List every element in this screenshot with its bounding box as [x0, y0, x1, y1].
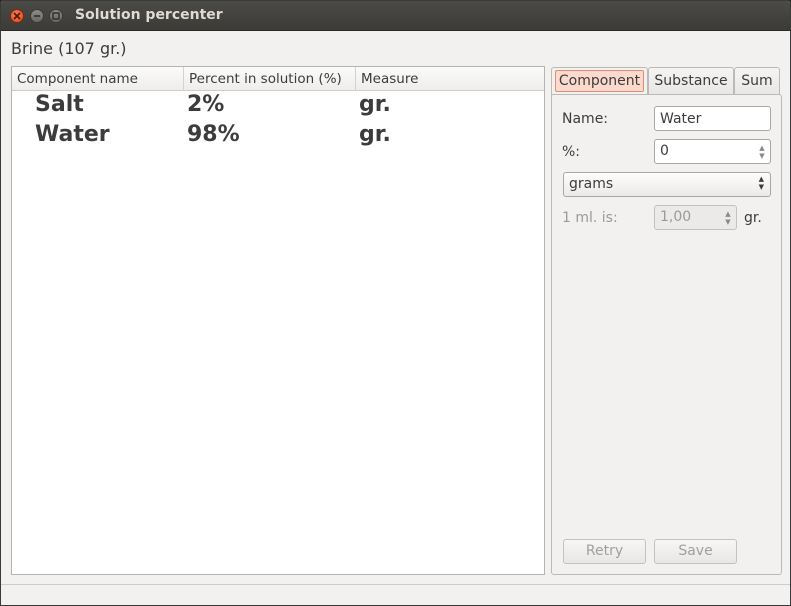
spin-arrows-icon[interactable]: ▲ ▼	[756, 141, 768, 163]
cell-measure: gr.	[359, 92, 391, 117]
percent-value: 0	[660, 143, 669, 159]
cell-measure: gr.	[359, 122, 391, 147]
ml-ratio-unit: gr.	[744, 210, 762, 226]
ml-ratio-spinbox[interactable]: 1,00 ▲ ▼	[654, 205, 737, 230]
table-header: Component name Percent in solution (%) M…	[12, 67, 544, 91]
title-bar[interactable]: Solution percenter	[1, 1, 790, 31]
unit-select[interactable]: grams ▲ ▼	[563, 172, 771, 197]
percent-spinbox[interactable]: 0 ▲ ▼	[654, 139, 771, 164]
table-row[interactable]: Salt 2% gr.	[12, 92, 544, 122]
minimize-window-button[interactable]	[30, 9, 44, 23]
solution-title: Brine (107 gr.)	[11, 39, 127, 58]
minimize-icon	[34, 15, 40, 17]
select-arrows-icon: ▲ ▼	[758, 175, 764, 191]
name-field[interactable]	[654, 106, 771, 131]
cell-component-name: Water	[35, 122, 110, 147]
ml-ratio-value: 1,00	[660, 209, 692, 225]
spin-arrows-icon[interactable]: ▲ ▼	[722, 207, 734, 229]
retry-button[interactable]: Retry	[563, 539, 646, 564]
tab-component[interactable]: Component	[551, 67, 648, 95]
close-icon	[13, 12, 21, 20]
save-button[interactable]: Save	[654, 539, 737, 564]
component-editor-panel: Name: %: 0 ▲▼ grams ▲▼ 1 ml. is: 1,00 ▲▼…	[551, 94, 782, 575]
ml-ratio-label: 1 ml. is:	[562, 210, 618, 226]
unit-select-value: grams	[569, 176, 614, 192]
tab-substance[interactable]: Substance	[648, 67, 734, 95]
tab-sum[interactable]: Sum	[734, 67, 780, 95]
cell-percent: 98%	[187, 122, 240, 147]
column-header-name[interactable]: Component name	[12, 67, 184, 91]
close-window-button[interactable]	[10, 9, 24, 23]
cell-percent: 2%	[187, 92, 225, 117]
components-table[interactable]: Component name Percent in solution (%) M…	[11, 66, 545, 575]
name-label: Name:	[562, 111, 609, 127]
table-row[interactable]: Water 98% gr.	[12, 122, 544, 152]
status-bar	[1, 584, 790, 605]
maximize-icon	[52, 12, 60, 20]
percent-label: %:	[562, 144, 581, 160]
column-header-measure[interactable]: Measure	[356, 67, 544, 91]
column-header-percent[interactable]: Percent in solution (%)	[184, 67, 356, 91]
cell-component-name: Salt	[35, 92, 84, 117]
window-title: Solution percenter	[75, 7, 223, 23]
app-window: Solution percenter Brine (107 gr.) Compo…	[0, 0, 791, 606]
maximize-window-button[interactable]	[49, 9, 63, 23]
tab-component-label: Component	[554, 70, 645, 92]
